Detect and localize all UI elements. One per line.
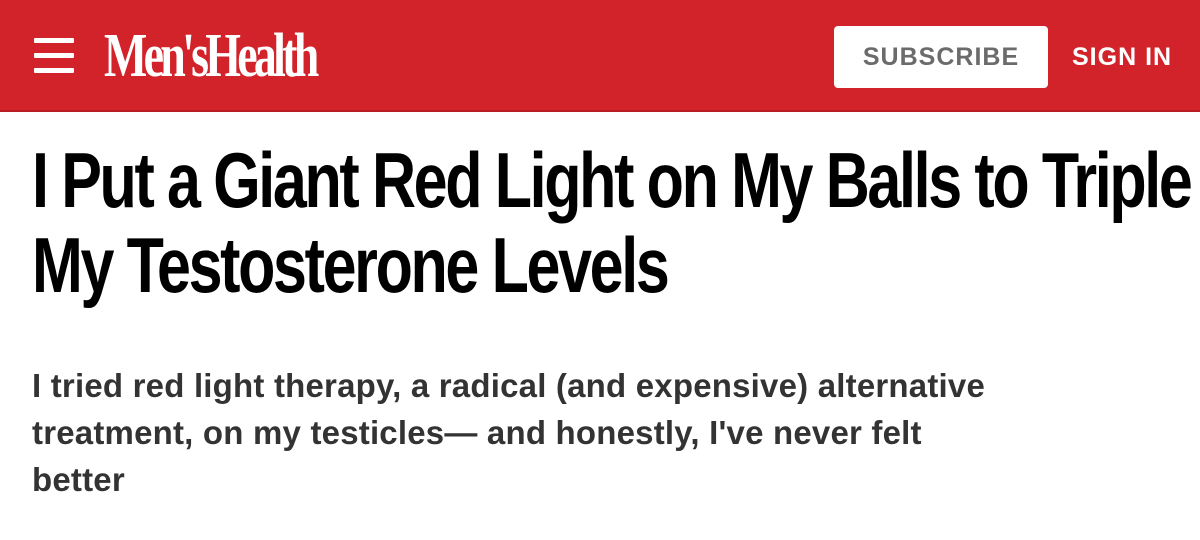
menu-bar xyxy=(34,38,74,43)
menu-bar xyxy=(34,68,74,73)
article-page: Men'sHealth SUBSCRIBE SIGN IN I Put a Gi… xyxy=(0,0,1200,540)
dek-line: better xyxy=(32,461,125,498)
sign-in-link[interactable]: SIGN IN xyxy=(1072,26,1172,88)
dek-line: I tried red light therapy, a radical (an… xyxy=(32,367,985,404)
site-logo[interactable]: Men'sHealth xyxy=(104,22,319,90)
hamburger-menu-icon[interactable] xyxy=(34,38,74,74)
subscribe-button[interactable]: SUBSCRIBE xyxy=(834,26,1048,88)
headline-line: My Testosterone Levels xyxy=(32,221,670,309)
article-dek: I tried red light therapy, a radical (an… xyxy=(32,362,1172,503)
article-headline: I Put a Giant Red Light on My Balls to T… xyxy=(32,136,1193,309)
site-header: Men'sHealth SUBSCRIBE SIGN IN xyxy=(0,0,1200,112)
headline-line: I Put a Giant Red Light on My Balls to T… xyxy=(32,136,1193,224)
dek-line: treatment, on my testicles— and honestly… xyxy=(32,414,922,451)
menu-bar xyxy=(34,53,74,58)
